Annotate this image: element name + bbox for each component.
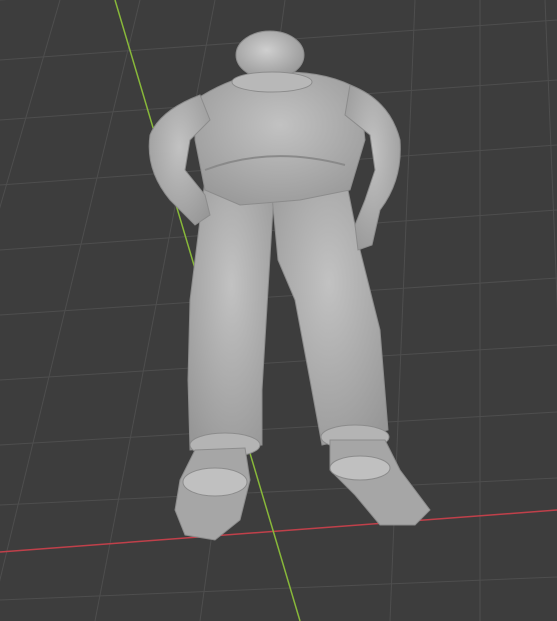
collar [231,71,313,93]
human-figure-model[interactable] [148,30,431,541]
x-axis-line [0,509,557,553]
right-shoe [329,439,431,526]
3d-viewport[interactable] [0,0,557,621]
right-shoe-sole [329,455,391,481]
viewport-canvas[interactable] [0,0,557,621]
left-shoe-sole [182,467,248,497]
